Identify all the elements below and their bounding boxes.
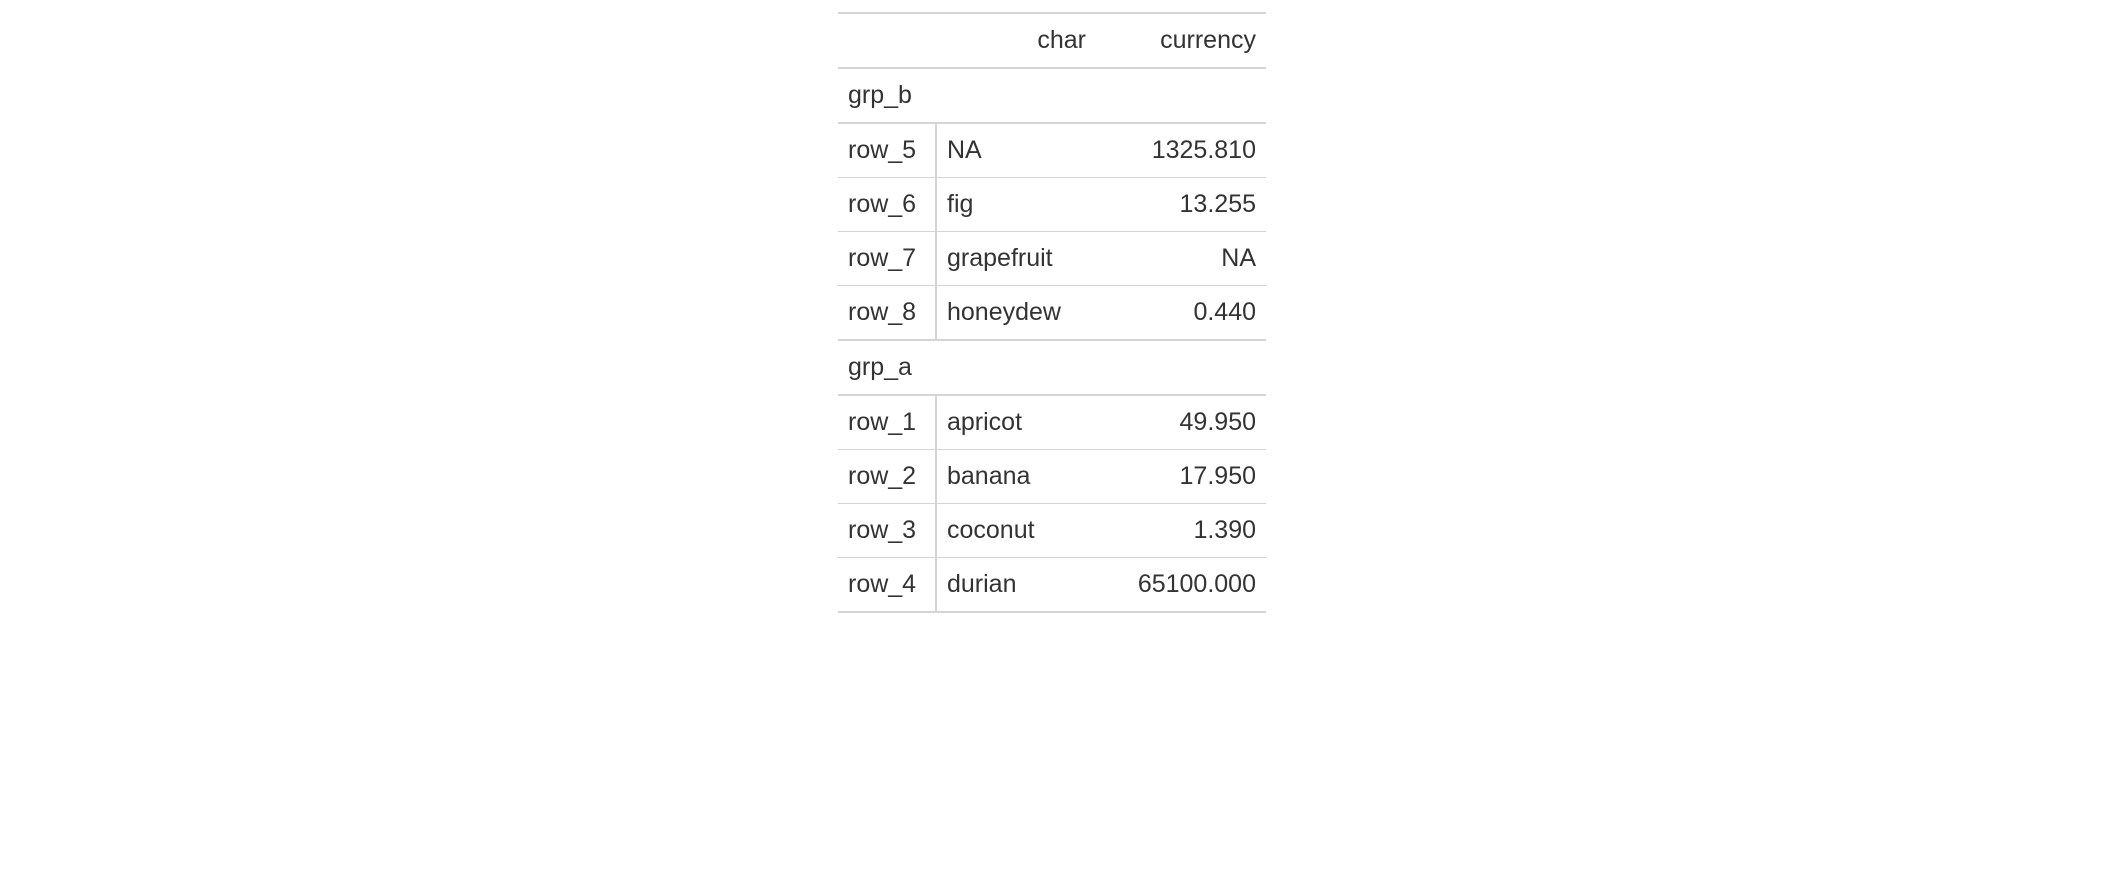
cell-currency: 0.440 <box>1096 286 1266 341</box>
cell-currency: 65100.000 <box>1096 558 1266 613</box>
cell-char: fig <box>936 178 1096 232</box>
group-label: grp_a <box>838 340 1266 395</box>
row-stub: row_8 <box>838 286 936 341</box>
cell-currency: 1.390 <box>1096 504 1266 558</box>
table-row: row_6 fig 13.255 <box>838 178 1266 232</box>
row-stub: row_7 <box>838 232 936 286</box>
row-stub: row_4 <box>838 558 936 613</box>
table-row: row_3 coconut 1.390 <box>838 504 1266 558</box>
col-header-stub <box>838 13 936 68</box>
cell-currency: 13.255 <box>1096 178 1266 232</box>
header-row: char currency <box>838 13 1266 68</box>
group-label: grp_b <box>838 68 1266 123</box>
table-row: row_4 durian 65100.000 <box>838 558 1266 613</box>
cell-char: coconut <box>936 504 1096 558</box>
cell-currency: NA <box>1096 232 1266 286</box>
row-stub: row_2 <box>838 450 936 504</box>
table-row: row_8 honeydew 0.440 <box>838 286 1266 341</box>
table-row: row_1 apricot 49.950 <box>838 395 1266 450</box>
row-stub: row_6 <box>838 178 936 232</box>
cell-char: apricot <box>936 395 1096 450</box>
cell-currency: 1325.810 <box>1096 123 1266 178</box>
table-row: row_7 grapefruit NA <box>838 232 1266 286</box>
cell-currency: 49.950 <box>1096 395 1266 450</box>
col-header-currency: currency <box>1096 13 1266 68</box>
table-row: row_5 NA 1325.810 <box>838 123 1266 178</box>
row-stub: row_5 <box>838 123 936 178</box>
row-stub: row_3 <box>838 504 936 558</box>
cell-char: NA <box>936 123 1096 178</box>
group-header: grp_a <box>838 340 1266 395</box>
row-stub: row_1 <box>838 395 936 450</box>
data-table-container: char currency grp_b row_5 NA 1325.810 ro… <box>838 12 1266 613</box>
group-header: grp_b <box>838 68 1266 123</box>
cell-char: banana <box>936 450 1096 504</box>
table-row: row_2 banana 17.950 <box>838 450 1266 504</box>
cell-currency: 17.950 <box>1096 450 1266 504</box>
cell-char: honeydew <box>936 286 1096 341</box>
cell-char: durian <box>936 558 1096 613</box>
col-header-char: char <box>936 13 1096 68</box>
cell-char: grapefruit <box>936 232 1096 286</box>
data-table: char currency grp_b row_5 NA 1325.810 ro… <box>838 12 1266 613</box>
